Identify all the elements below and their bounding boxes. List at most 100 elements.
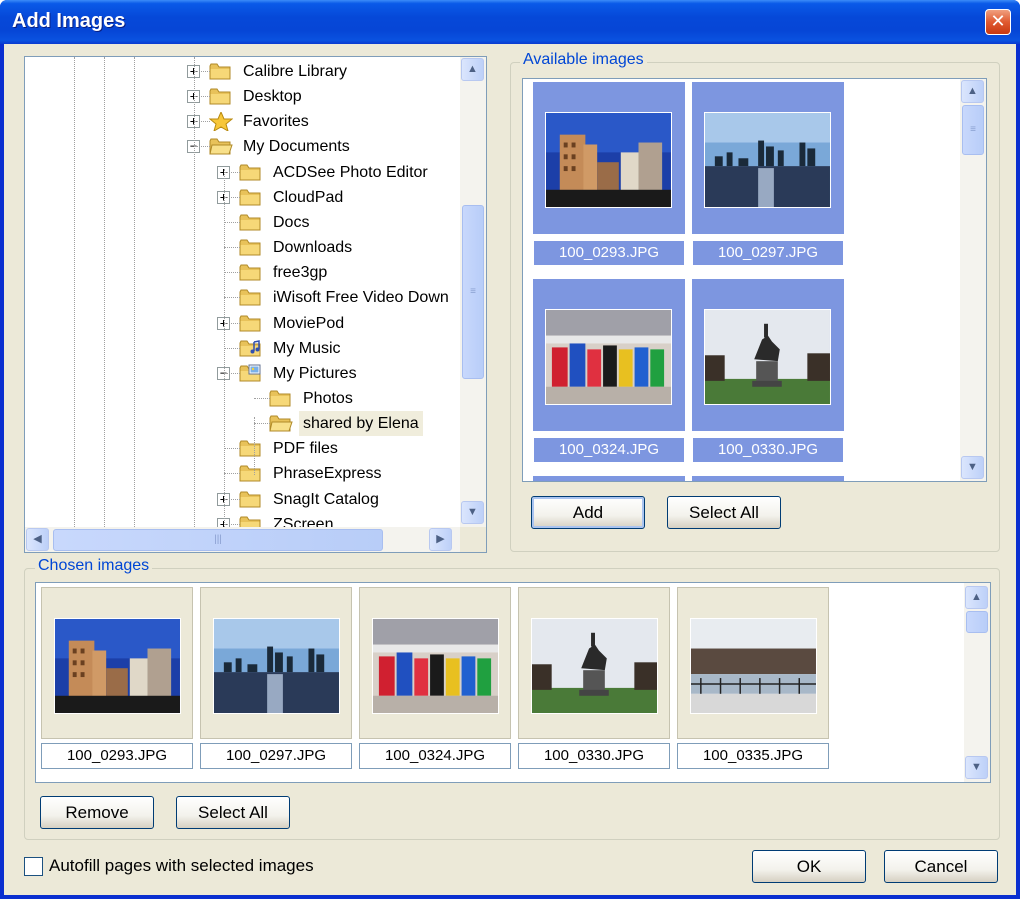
tree-vertical-scrollbar[interactable]: ▲ ≡ ▼ bbox=[460, 57, 486, 527]
folder-icon bbox=[239, 213, 263, 232]
image-filename[interactable]: 100_0297.JPG bbox=[200, 743, 352, 769]
image-thumbnail[interactable] bbox=[41, 587, 193, 739]
thumbnail-photo bbox=[531, 618, 658, 714]
tree-connector bbox=[224, 297, 240, 299]
chevron-up-icon: ▲ bbox=[971, 591, 982, 603]
thumbnail-photo bbox=[545, 112, 672, 208]
scroll-thumb[interactable]: ≡ bbox=[462, 205, 484, 379]
chevron-up-icon: ▲ bbox=[467, 63, 478, 75]
image-thumbnail[interactable] bbox=[692, 279, 844, 431]
tree-guide-line bbox=[104, 57, 105, 527]
tree-node[interactable]: + ZScreen bbox=[217, 512, 460, 527]
tree-node-label: CloudPad bbox=[273, 188, 344, 206]
image-thumbnail[interactable] bbox=[533, 82, 685, 234]
tree-guide-line bbox=[224, 169, 225, 527]
image-thumbnail[interactable] bbox=[359, 587, 511, 739]
tree-connector bbox=[194, 71, 210, 72]
tree-connector bbox=[224, 347, 240, 349]
folder-icon bbox=[239, 515, 263, 527]
tree-guide-line bbox=[74, 57, 75, 527]
thumbnail-photo bbox=[545, 309, 672, 405]
tree-node[interactable]: + CloudPad bbox=[217, 185, 460, 210]
tree-horizontal-scrollbar[interactable]: ◀ ||| ▶ bbox=[25, 527, 460, 552]
thumbnail-photo bbox=[54, 618, 181, 714]
scroll-up-button[interactable]: ▲ bbox=[961, 80, 984, 103]
folder-icon bbox=[239, 238, 263, 257]
tree-node[interactable]: free3gp bbox=[217, 260, 460, 285]
scroll-up-button[interactable]: ▲ bbox=[461, 58, 484, 81]
available-images-list[interactable]: 100_0293.JPG 100_0297.JPG 100_0324.JPG 100_… bbox=[522, 78, 987, 482]
scroll-down-button[interactable]: ▼ bbox=[965, 756, 988, 779]
image-filename[interactable]: 100_0330.JPG bbox=[692, 437, 844, 463]
tree-node[interactable]: + SnagIt Catalog bbox=[217, 487, 460, 512]
folder-icon bbox=[209, 87, 233, 106]
thumbnail-photo bbox=[704, 309, 831, 405]
tree-node-label: My Pictures bbox=[273, 364, 357, 382]
image-thumbnail[interactable] bbox=[533, 279, 685, 431]
ok-button[interactable]: OK bbox=[752, 850, 866, 883]
chosen-select-all-button[interactable]: Select All bbox=[176, 796, 290, 829]
scroll-thumb[interactable]: ≡ bbox=[962, 105, 984, 155]
thumbnail-photo bbox=[372, 618, 499, 714]
tree-node[interactable]: Docs bbox=[217, 210, 460, 235]
chevron-up-icon: ▲ bbox=[967, 85, 978, 97]
autofill-checkbox[interactable] bbox=[24, 857, 43, 876]
add-button[interactable]: Add bbox=[531, 496, 645, 529]
autofill-label[interactable]: Autofill pages with selected images bbox=[49, 856, 314, 876]
tree-node[interactable]: + Favorites bbox=[187, 109, 460, 134]
image-filename[interactable]: 100_0324.JPG bbox=[533, 437, 685, 463]
scroll-down-button[interactable]: ▼ bbox=[461, 501, 484, 524]
image-filename[interactable]: 100_0335.JPG bbox=[677, 743, 829, 769]
image-filename[interactable]: 100_0293.JPG bbox=[533, 240, 685, 266]
folder-icon bbox=[269, 389, 293, 408]
tree-node[interactable]: − My Pictures bbox=[217, 361, 460, 386]
tree-node[interactable]: + MoviePod bbox=[217, 311, 460, 336]
image-filename[interactable]: 100_0330.JPG bbox=[518, 743, 670, 769]
scroll-up-button[interactable]: ▲ bbox=[965, 586, 988, 609]
tree-content: + Calibre Library + Desktop + Favorites − My Do… bbox=[25, 57, 460, 527]
tree-node[interactable]: + ACDSee Photo Editor bbox=[217, 160, 460, 185]
tree-node[interactable]: My Music bbox=[217, 336, 460, 361]
image-thumbnail[interactable] bbox=[692, 82, 844, 234]
image-thumbnail[interactable] bbox=[200, 587, 352, 739]
available-select-all-button[interactable]: Select All bbox=[667, 496, 781, 529]
close-button[interactable]: ✕ bbox=[985, 9, 1011, 35]
dialog-window: Add Images ✕ + Calibre Library + Desktop + Fa… bbox=[0, 0, 1020, 899]
tree-node[interactable]: Downloads bbox=[217, 235, 460, 260]
folder-tree[interactable]: + Calibre Library + Desktop + Favorites − My Do… bbox=[24, 56, 487, 553]
folder-icon bbox=[209, 62, 233, 81]
tree-node[interactable]: iWisoft Free Video Down bbox=[217, 285, 460, 310]
tree-guide-line bbox=[194, 57, 195, 527]
image-filename[interactable]: 100_0297.JPG bbox=[692, 240, 844, 266]
tree-connector bbox=[224, 272, 240, 274]
image-filename[interactable]: 100_0293.JPG bbox=[41, 743, 193, 769]
cancel-button[interactable]: Cancel bbox=[884, 850, 998, 883]
folder-open-icon bbox=[269, 414, 293, 433]
scroll-thumb[interactable] bbox=[966, 611, 988, 633]
tree-node[interactable]: shared by Elena bbox=[247, 411, 460, 437]
image-thumbnail[interactable] bbox=[692, 476, 844, 481]
tree-node[interactable]: − My Documents bbox=[187, 134, 460, 159]
tree-node[interactable]: Photos bbox=[247, 386, 460, 411]
available-vertical-scrollbar[interactable]: ▲ ≡ ▼ bbox=[960, 79, 986, 481]
remove-button[interactable]: Remove bbox=[40, 796, 154, 829]
scroll-thumb[interactable]: ||| bbox=[53, 529, 383, 551]
tree-connector bbox=[254, 423, 270, 425]
scroll-right-button[interactable]: ▶ bbox=[429, 528, 452, 551]
chosen-images-list[interactable]: 100_0293.JPG 100_0297.JPG 100_0324.JPG 100_… bbox=[35, 582, 991, 783]
chevron-down-icon: ▼ bbox=[971, 761, 982, 773]
tree-connector bbox=[224, 372, 240, 374]
image-filename[interactable]: 100_0324.JPG bbox=[359, 743, 511, 769]
tree-node[interactable]: + Desktop bbox=[187, 84, 460, 109]
tree-connector bbox=[224, 196, 240, 198]
tree-guide-line bbox=[254, 417, 255, 475]
title-bar[interactable]: Add Images ✕ bbox=[0, 0, 1020, 44]
image-thumbnail[interactable] bbox=[677, 587, 829, 739]
chevron-down-icon: ▼ bbox=[967, 461, 978, 473]
scroll-left-button[interactable]: ◀ bbox=[26, 528, 49, 551]
image-thumbnail[interactable] bbox=[518, 587, 670, 739]
chosen-vertical-scrollbar[interactable]: ▲ ▼ bbox=[964, 583, 990, 782]
image-thumbnail[interactable] bbox=[533, 476, 685, 481]
tree-node[interactable]: + Calibre Library bbox=[187, 59, 460, 84]
scroll-down-button[interactable]: ▼ bbox=[961, 456, 984, 479]
